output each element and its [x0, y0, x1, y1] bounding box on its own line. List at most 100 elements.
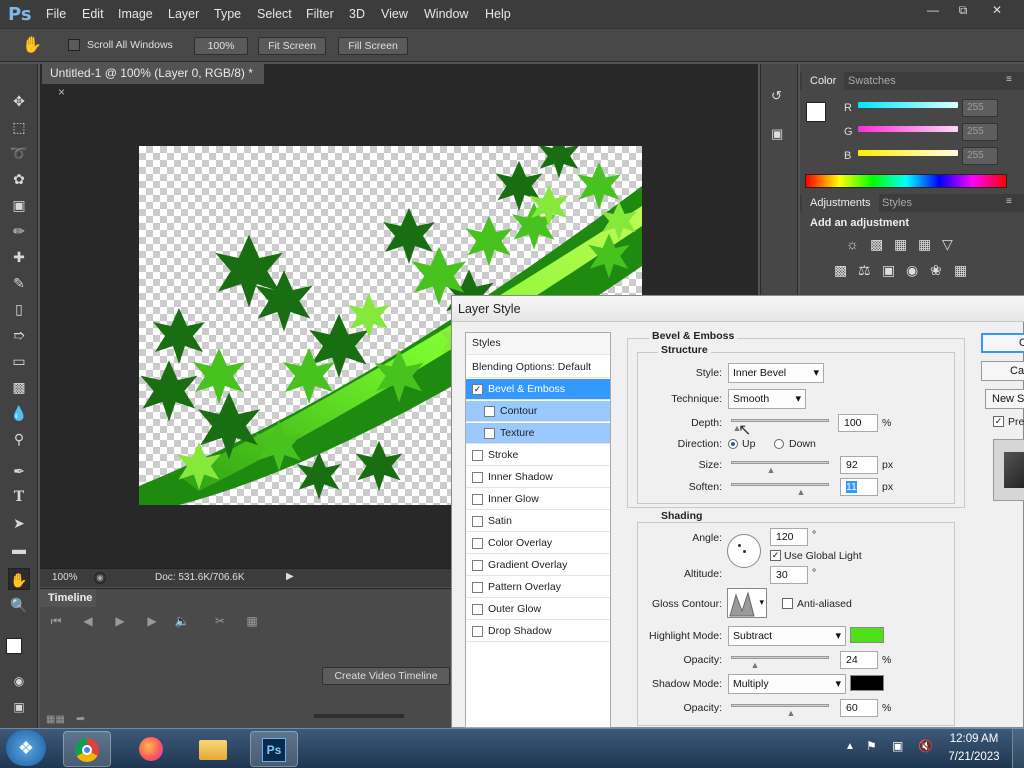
channel-r-slider[interactable]	[858, 102, 958, 108]
path-select-tool-icon[interactable]: ➤	[8, 512, 30, 534]
file-explorer-taskbar-icon[interactable]	[189, 731, 237, 767]
preview-checkbox[interactable]: ✓	[993, 416, 1004, 427]
quick-select-tool-icon[interactable]: ✿	[8, 168, 30, 190]
next-frame-icon[interactable]: ▶	[140, 614, 164, 632]
prev-frame-icon[interactable]: ◀	[76, 614, 100, 632]
rectangle-tool-icon[interactable]: ▬	[8, 538, 30, 560]
channel-mixer-icon[interactable]: ❀	[930, 262, 942, 279]
color-panel-menu-icon[interactable]: ≡	[1006, 74, 1012, 85]
tab-styles[interactable]: Styles	[874, 194, 920, 212]
contour-checkbox[interactable]	[484, 405, 495, 417]
color-lookup-icon[interactable]: ▦	[954, 262, 967, 279]
style-item-outer-glow[interactable]: Outer Glow	[466, 599, 610, 620]
menu-edit[interactable]: Edit	[82, 7, 104, 21]
gradient-overlay-checkbox[interactable]	[472, 559, 483, 571]
scroll-all-checkbox[interactable]	[68, 39, 80, 51]
close-tab-icon[interactable]: ×	[58, 85, 65, 99]
highlight-opacity-slider[interactable]	[731, 656, 829, 659]
blur-tool-icon[interactable]: 💧	[8, 402, 30, 424]
fit-screen-button[interactable]: Fit Screen	[258, 37, 326, 55]
hue-saturation-icon[interactable]: ▩	[834, 262, 847, 279]
stroke-checkbox[interactable]	[472, 449, 483, 461]
marquee-tool-icon[interactable]: ⬚	[8, 116, 30, 138]
menu-view[interactable]: View	[381, 7, 408, 21]
menu-help[interactable]: Help	[485, 7, 511, 21]
channel-b-value[interactable]: 255	[962, 147, 998, 165]
shadow-opacity-input[interactable]: 60	[840, 699, 878, 717]
zoom-level[interactable]: 100%	[52, 572, 78, 583]
clock-date[interactable]: 7/21/2023	[946, 751, 1002, 763]
clock-time[interactable]: 12:09 AM	[946, 733, 1002, 745]
highlight-color-swatch[interactable]	[850, 627, 884, 643]
levels-icon[interactable]: ▩	[870, 236, 883, 253]
style-item-inner-glow[interactable]: Inner Glow	[466, 489, 610, 510]
screen-mode-icon[interactable]: ▣	[8, 696, 30, 718]
volume-muted-icon[interactable]: 🔇	[918, 739, 933, 753]
first-frame-icon[interactable]: ⏮	[44, 614, 68, 632]
fill-screen-button[interactable]: Fill Screen	[338, 37, 408, 55]
direction-down-radio[interactable]	[774, 439, 784, 449]
style-item-pattern-overlay[interactable]: Pattern Overlay	[466, 577, 610, 598]
menu-select[interactable]: Select	[257, 7, 292, 21]
tab-color[interactable]: Color	[802, 72, 845, 90]
drop-shadow-checkbox[interactable]	[472, 625, 483, 637]
menu-window[interactable]: Window	[424, 7, 468, 21]
tab-adjustments[interactable]: Adjustments	[802, 194, 879, 212]
network-icon[interactable]: ▣	[892, 739, 903, 753]
history-panel-icon[interactable]: ↺	[771, 88, 789, 106]
satin-checkbox[interactable]	[472, 515, 483, 527]
style-item-contour[interactable]: Contour	[466, 401, 610, 422]
pen-tool-icon[interactable]: ✒	[8, 460, 30, 482]
color-spectrum-bar[interactable]	[805, 174, 1007, 188]
pattern-overlay-checkbox[interactable]	[472, 581, 483, 593]
adjustments-menu-icon[interactable]: ≡	[1006, 196, 1012, 207]
inner-shadow-checkbox[interactable]	[472, 471, 483, 483]
minimize-button[interactable]: —	[918, 0, 948, 20]
status-menu-arrow-icon[interactable]: ▶	[286, 571, 294, 582]
action-center-flag-icon[interactable]: ⚑	[866, 739, 877, 753]
altitude-input[interactable]: 30	[770, 566, 808, 584]
gloss-contour-arrow-icon[interactable]: ▾	[759, 597, 764, 608]
bevel-emboss-checkbox[interactable]: ✓	[472, 383, 483, 395]
highlight-opacity-thumb[interactable]: ▲	[750, 661, 760, 670]
angle-input[interactable]: 120	[770, 528, 808, 546]
outer-glow-checkbox[interactable]	[472, 603, 483, 615]
highlight-opacity-input[interactable]: 24	[840, 651, 878, 669]
ok-button[interactable]: OK	[981, 333, 1024, 353]
brush-tool-icon[interactable]: ✎	[8, 272, 30, 294]
inner-glow-checkbox[interactable]	[472, 493, 483, 505]
shadow-mode-dropdown[interactable]: Multiply	[728, 674, 846, 694]
styles-header[interactable]: Styles	[466, 333, 610, 355]
timeline-frames-icon[interactable]: ▦▦	[46, 714, 65, 725]
create-video-timeline-button[interactable]: Create Video Timeline	[322, 667, 450, 685]
document-tab[interactable]: Untitled-1 @ 100% (Layer 0, RGB/8) * ×	[42, 64, 264, 99]
menu-3d[interactable]: 3D	[349, 7, 365, 21]
channel-b-slider[interactable]	[858, 150, 958, 156]
close-window-button[interactable]: ✕	[980, 0, 1014, 20]
type-tool-icon[interactable]: T	[8, 486, 30, 508]
move-tool-icon[interactable]: ✥	[8, 90, 30, 112]
menu-layer[interactable]: Layer	[168, 7, 199, 21]
soften-slider[interactable]	[731, 483, 829, 486]
timeline-tab[interactable]: Timeline	[40, 589, 96, 607]
style-item-stroke[interactable]: Stroke	[466, 445, 610, 466]
style-item-texture[interactable]: Texture	[466, 423, 610, 444]
style-item-drop-shadow[interactable]: Drop Shadow	[466, 621, 610, 642]
blending-options-item[interactable]: Blending Options: Default	[466, 357, 610, 378]
menu-file[interactable]: File	[46, 7, 66, 21]
soften-input[interactable]: 11	[840, 478, 878, 496]
timeline-zoom-slider[interactable]	[314, 714, 404, 718]
zoom-100-button[interactable]: 100%	[194, 37, 248, 55]
split-scissors-icon[interactable]: ✂	[208, 614, 232, 632]
size-slider-thumb[interactable]: ▲	[766, 466, 776, 475]
highlight-mode-dropdown[interactable]: Subtract	[728, 626, 846, 646]
transition-icon[interactable]: ▦	[240, 614, 264, 632]
style-item-inner-shadow[interactable]: Inner Shadow	[466, 467, 610, 488]
audio-icon[interactable]: 🔈	[170, 614, 194, 632]
photo-filter-icon[interactable]: ◉	[906, 262, 918, 279]
menu-type[interactable]: Type	[214, 7, 241, 21]
depth-input[interactable]: 100	[838, 414, 878, 432]
technique-dropdown[interactable]: Smooth	[728, 389, 806, 409]
eyedropper-tool-icon[interactable]: ✏	[8, 220, 30, 242]
show-desktop-button[interactable]	[1012, 728, 1024, 768]
